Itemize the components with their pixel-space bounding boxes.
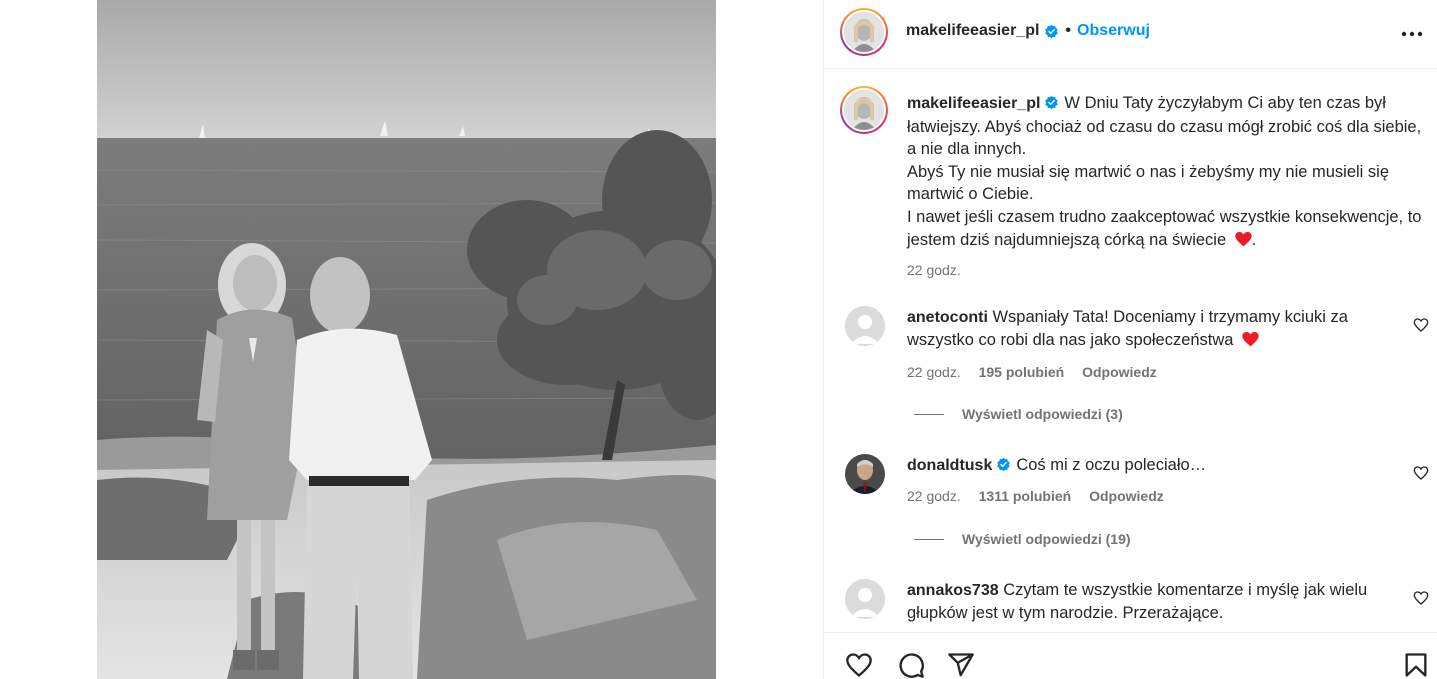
verified-badge-icon xyxy=(1045,95,1059,110)
reply-button[interactable]: Odpowiedz xyxy=(1089,488,1164,504)
comment-like-button[interactable] xyxy=(1413,590,1429,606)
comment-username[interactable]: donaldtusk xyxy=(907,457,992,474)
comment-body: annakos738 Czytam te wszystkie komentarz… xyxy=(907,579,1407,625)
caption-line-3: I nawet jeśli czasem trudno zaakceptować… xyxy=(907,207,1422,249)
comment-meta: 22 godz. 195 polubień Odpowiedz xyxy=(907,364,1171,380)
comment-text: Coś mi z oczu poleciało… xyxy=(1016,456,1207,474)
post-action-bar xyxy=(824,632,1437,679)
comment-username[interactable]: anetoconti xyxy=(907,309,988,326)
view-replies-line xyxy=(914,413,944,415)
view-replies-line xyxy=(914,538,944,540)
header-meta: makelifeeasier_pl • Obserwuj xyxy=(906,22,1150,40)
reply-button[interactable]: Odpowiedz xyxy=(1082,364,1157,380)
view-replies-label: Wyświetl odpowiedzi (3) xyxy=(962,406,1123,422)
heart-icon xyxy=(1413,318,1429,332)
header-separator: • xyxy=(1065,22,1072,39)
comment-time[interactable]: 22 godz. xyxy=(907,488,961,504)
verified-badge-icon xyxy=(997,457,1011,472)
comment-avatar[interactable] xyxy=(845,454,885,494)
comment-username[interactable]: annakos738 xyxy=(907,582,999,599)
share-button[interactable] xyxy=(947,651,975,679)
comment-body: anetoconti Wspaniały Tata! Doceniamy i t… xyxy=(907,306,1407,352)
red-heart-emoji-icon xyxy=(1242,332,1259,347)
instagram-post-view: makelifeeasier_pl • Obserwuj makelifeeas… xyxy=(0,0,1437,679)
heart-icon xyxy=(1413,466,1429,480)
comment-time[interactable]: 22 godz. xyxy=(907,364,961,380)
view-replies-button[interactable]: Wyświetl odpowiedzi (19) xyxy=(914,531,1131,547)
post-side-panel: makelifeeasier_pl • Obserwuj makelifeeas… xyxy=(823,0,1437,679)
comment-likes[interactable]: 1311 polubień xyxy=(979,488,1072,504)
post-header: makelifeeasier_pl • Obserwuj xyxy=(824,0,1437,69)
author-username[interactable]: makelifeeasier_pl xyxy=(906,22,1039,40)
author-avatar[interactable] xyxy=(840,8,888,56)
caption-suffix: . xyxy=(1251,230,1257,249)
view-replies-label: Wyświetl odpowiedzi (19) xyxy=(962,531,1131,547)
save-button[interactable] xyxy=(1402,651,1430,679)
like-button[interactable] xyxy=(845,651,873,679)
view-replies-button[interactable]: Wyświetl odpowiedzi (3) xyxy=(914,406,1123,422)
heart-icon xyxy=(846,653,872,678)
caption-text: makelifeeasier_pl W Dniu Taty życzyłabym … xyxy=(907,92,1427,282)
caption-timestamp[interactable]: 22 godz. xyxy=(907,259,1427,282)
comment-body: donaldtusk Coś mi z oczu poleciało… xyxy=(907,454,1407,477)
post-photo[interactable] xyxy=(97,0,716,679)
default-avatar-icon xyxy=(845,579,885,619)
author-avatar-image xyxy=(844,12,884,52)
comment-like-button[interactable] xyxy=(1413,317,1429,333)
red-heart-emoji-icon xyxy=(1235,231,1252,246)
comment-avatar[interactable] xyxy=(845,579,885,619)
comment-icon xyxy=(899,653,924,678)
caption-username[interactable]: makelifeeasier_pl xyxy=(907,95,1040,112)
comment-likes[interactable]: 195 polubień xyxy=(979,364,1065,380)
comment-like-button[interactable] xyxy=(1413,465,1429,481)
more-options-icon xyxy=(1401,31,1423,37)
comment-meta: 22 godz. 1311 polubień Odpowiedz xyxy=(907,488,1178,504)
verified-badge-icon xyxy=(1045,24,1059,38)
follow-button[interactable]: Obserwuj xyxy=(1077,22,1150,40)
caption-author-avatar-image xyxy=(844,90,884,130)
share-icon xyxy=(948,653,974,677)
comment-button[interactable] xyxy=(897,651,925,679)
post-photo-image xyxy=(97,0,716,679)
bookmark-icon xyxy=(1405,653,1427,677)
caption-line-2: Abyś Ty nie musiał się martwić o nas i ż… xyxy=(907,162,1390,204)
caption-author-avatar[interactable] xyxy=(840,86,888,134)
more-options-button[interactable] xyxy=(1398,22,1426,46)
donaldtusk-avatar-image xyxy=(845,454,885,494)
heart-icon xyxy=(1413,591,1429,605)
default-avatar-icon xyxy=(845,306,885,346)
comment-avatar[interactable] xyxy=(845,306,885,346)
